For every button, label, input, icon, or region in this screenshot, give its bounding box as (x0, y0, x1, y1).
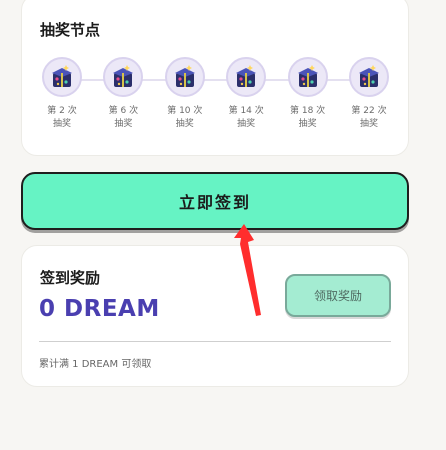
mystery-box-icon (164, 57, 205, 97)
lottery-node-count: 第 10 次 (167, 106, 203, 116)
lottery-node-caption: 抽奖 (359, 119, 378, 129)
lottery-node: 第 18 次抽奖 (285, 57, 331, 131)
lottery-node-caption: 抽奖 (175, 119, 194, 129)
lottery-node-count: 第 2 次 (47, 106, 77, 116)
lottery-node-label: 第 10 次抽奖 (162, 105, 208, 131)
mystery-box-icon (349, 57, 389, 97)
claim-reward-button[interactable]: 领取奖励 (285, 274, 391, 317)
lottery-node-label: 第 6 次抽奖 (100, 105, 146, 131)
lottery-node-label: 第 22 次抽奖 (346, 105, 392, 131)
lottery-node-label: 第 14 次抽奖 (223, 105, 269, 131)
lottery-nodes-card: 抽奖节点 第 2 次抽奖第 6 次抽奖第 10 次抽奖第 14 次抽奖第 18 … (21, 0, 409, 156)
mystery-box-icon (103, 57, 144, 97)
divider (39, 341, 391, 342)
lottery-node-caption: 抽奖 (298, 119, 317, 129)
mystery-box-icon (287, 57, 328, 97)
lottery-node-count: 第 14 次 (228, 106, 264, 116)
lottery-node-label: 第 2 次抽奖 (39, 105, 85, 131)
sign-in-now-button[interactable]: 立即签到 (21, 172, 409, 230)
mystery-box-icon (42, 57, 82, 97)
lottery-node-caption: 抽奖 (237, 119, 256, 129)
lottery-node: 第 2 次抽奖 (39, 57, 85, 131)
lottery-node: 第 22 次抽奖 (346, 57, 392, 131)
sign-in-reward-title: 签到奖励 (40, 269, 101, 287)
claim-threshold-note: 累计满 1 DREAM 可领取 (39, 359, 152, 370)
lottery-node-count: 第 18 次 (290, 106, 326, 116)
lottery-node-count: 第 6 次 (108, 106, 139, 116)
lottery-node-caption: 抽奖 (114, 119, 133, 129)
sign-in-reward-card: 签到奖励 0 DREAM 领取奖励 累计满 1 DREAM 可领取 (21, 245, 409, 387)
lottery-node: 第 10 次抽奖 (162, 57, 208, 131)
lottery-node-count: 第 22 次 (351, 106, 387, 116)
lottery-node-label: 第 18 次抽奖 (285, 105, 331, 131)
lottery-node: 第 6 次抽奖 (100, 57, 146, 131)
red-pointer-arrow-icon (234, 224, 261, 316)
mystery-box-icon (226, 57, 267, 97)
lottery-node: 第 14 次抽奖 (223, 57, 269, 131)
lottery-nodes-title: 抽奖节点 (40, 21, 101, 39)
lottery-node-caption: 抽奖 (52, 119, 71, 129)
reward-amount: 0 DREAM (39, 296, 160, 322)
